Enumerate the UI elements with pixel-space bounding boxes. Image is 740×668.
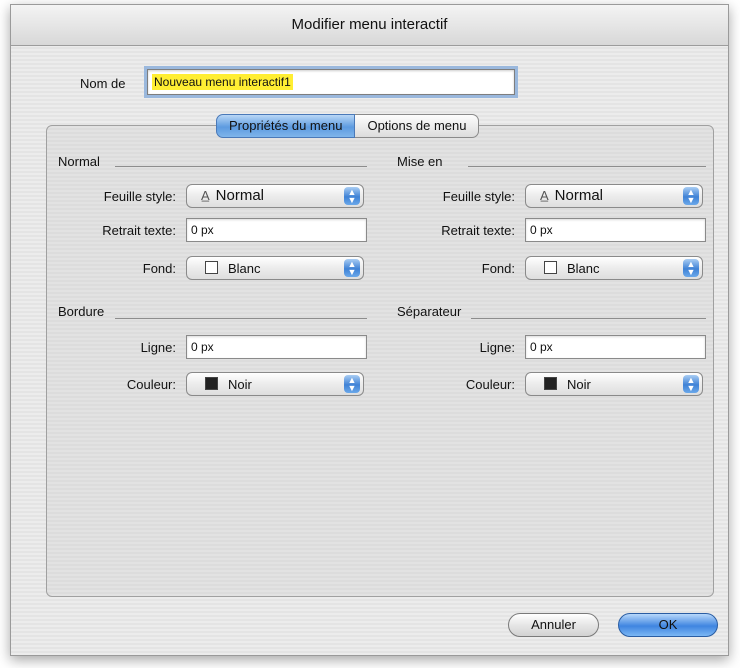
normal-indent-label: Retrait texte:: [102, 223, 176, 238]
tab-bar: Propriétés du menu Options de menu: [216, 114, 480, 138]
tab-menu-options[interactable]: Options de menu: [355, 114, 480, 138]
separator-line-field[interactable]: 0 px: [525, 335, 706, 359]
up-down-arrows-icon: ▲ ▼: [683, 259, 699, 277]
section-title-normal: Normal: [58, 154, 100, 169]
highlight-style-value: Normal: [554, 187, 604, 204]
white-swatch-icon: [205, 261, 218, 274]
highlight-style-popup[interactable]: A̲ Normal ▲ ▼: [525, 184, 703, 208]
border-line-field[interactable]: 0 px: [186, 335, 367, 359]
border-color-popup[interactable]: Noir ▲ ▼: [186, 372, 364, 396]
stylesheet-icon: A̲: [540, 188, 549, 203]
section-title-highlight: Mise en: [397, 154, 443, 169]
name-label: Nom de: [80, 76, 126, 91]
stylesheet-icon: A̲: [201, 188, 210, 203]
separator-color-value: Noir: [567, 377, 591, 392]
section-divider: [115, 166, 367, 167]
window-title: Modifier menu interactif: [11, 5, 728, 46]
black-swatch-icon: [205, 377, 218, 390]
normal-bg-value: Blanc: [228, 261, 261, 276]
up-down-arrows-icon: ▲ ▼: [683, 375, 699, 393]
normal-style-label: Feuille style:: [103, 189, 176, 204]
tab-menu-properties[interactable]: Propriétés du menu: [216, 114, 356, 138]
section-divider: [115, 318, 367, 319]
normal-bg-popup[interactable]: Blanc ▲ ▼: [186, 256, 364, 280]
section-title-separator: Séparateur: [397, 304, 462, 319]
section-divider: [468, 166, 706, 167]
border-line-label: Ligne:: [140, 340, 176, 355]
white-swatch-icon: [544, 261, 557, 274]
highlight-bg-label: Fond:: [481, 261, 515, 276]
black-swatch-icon: [544, 377, 557, 390]
normal-bg-label: Fond:: [142, 261, 176, 276]
normal-style-popup[interactable]: A̲ Normal ▲ ▼: [186, 184, 364, 208]
up-down-arrows-icon: ▲ ▼: [344, 259, 360, 277]
section-title-border: Bordure: [58, 304, 105, 319]
separator-color-popup[interactable]: Noir ▲ ▼: [525, 372, 703, 396]
highlight-indent-label: Retrait texte:: [441, 223, 515, 238]
up-down-arrows-icon: ▲ ▼: [683, 187, 699, 205]
separator-line-label: Ligne:: [479, 340, 515, 355]
border-color-value: Noir: [228, 377, 252, 392]
name-input-value: Nouveau menu interactif1: [152, 74, 293, 90]
up-down-arrows-icon: ▲ ▼: [344, 375, 360, 393]
normal-style-value: Normal: [215, 187, 265, 204]
properties-group: Normal Feuille style: A̲ Normal ▲ ▼ Retrai…: [46, 125, 714, 597]
dialog-window: Modifier menu interactif Nom de Nouveau …: [10, 4, 729, 656]
section-divider: [471, 318, 706, 319]
cancel-button[interactable]: Annuler: [508, 613, 599, 637]
highlight-indent-field[interactable]: 0 px: [525, 218, 706, 242]
normal-indent-field[interactable]: 0 px: [186, 218, 367, 242]
border-color-label: Couleur:: [126, 377, 176, 392]
highlight-bg-popup[interactable]: Blanc ▲ ▼: [525, 256, 703, 280]
up-down-arrows-icon: ▲ ▼: [344, 187, 360, 205]
highlight-bg-value: Blanc: [567, 261, 600, 276]
ok-button[interactable]: OK: [618, 613, 718, 637]
name-input[interactable]: Nouveau menu interactif1: [147, 69, 515, 95]
highlight-style-label: Feuille style:: [442, 189, 515, 204]
separator-color-label: Couleur:: [465, 377, 515, 392]
